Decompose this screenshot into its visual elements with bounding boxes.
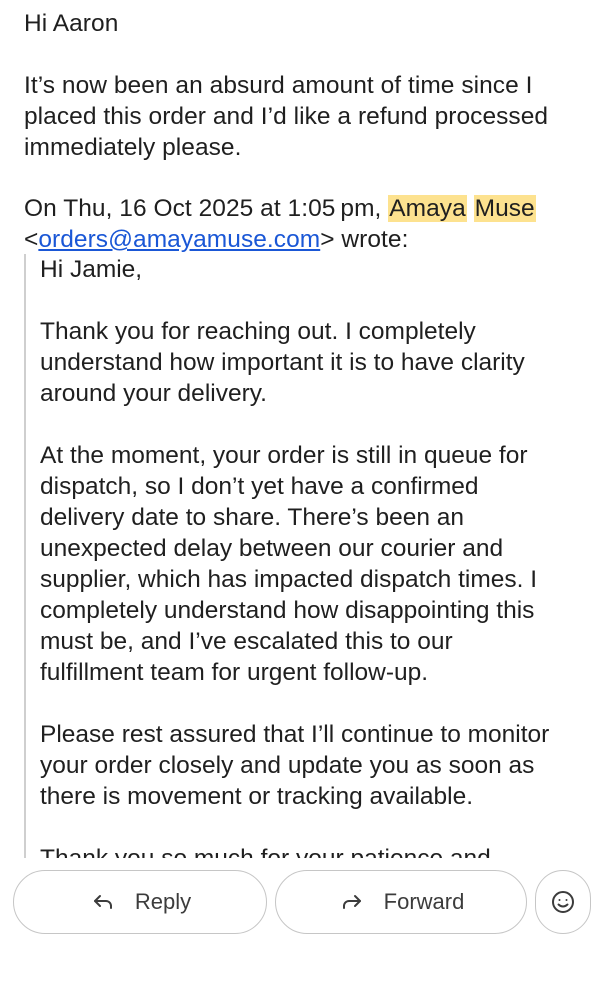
reply-arrow-icon xyxy=(89,888,117,916)
attribution-date: On Thu, 16 Oct 2025 at 1:05 pm, xyxy=(24,195,382,222)
attribution-wrote: > wrote: xyxy=(320,226,409,253)
quoted-message: Hi Jamie, Thank you for reaching out. I … xyxy=(24,254,586,858)
quoted-greeting: Hi Jamie, xyxy=(40,256,143,283)
email-open-bracket: < xyxy=(24,226,39,253)
quoted-paragraph-4: Thank you so much for your patience and xyxy=(40,843,586,858)
smiley-face-icon xyxy=(549,888,577,916)
quote-attribution: On Thu, 16 Oct 2025 at 1:05 pm, Amaya Mu… xyxy=(24,193,586,255)
emoji-reaction-button[interactable] xyxy=(535,870,591,934)
reply-label: Reply xyxy=(134,889,192,914)
sender-last-name[interactable]: Muse xyxy=(473,195,536,222)
sender-email-link[interactable]: orders@amayamuse.com xyxy=(38,226,320,253)
email-message: It’s now been an absurd amount of time s… xyxy=(24,72,549,161)
quoted-paragraph-3: Please rest assured that I’ll continue t… xyxy=(40,721,550,810)
forward-arrow-icon xyxy=(338,888,366,916)
reply-button[interactable]: Reply xyxy=(13,870,267,934)
quoted-paragraph-1: Thank you for reaching out. I completely… xyxy=(40,318,525,407)
email-greeting: Hi Aaron xyxy=(24,10,119,37)
sender-first-name[interactable]: Amaya xyxy=(388,195,467,222)
forward-button[interactable]: Forward xyxy=(275,870,527,934)
forward-label: Forward xyxy=(383,889,465,914)
quoted-paragraph-2: At the moment, your order is still in qu… xyxy=(40,442,538,686)
action-bar: Reply Forward xyxy=(0,868,602,938)
